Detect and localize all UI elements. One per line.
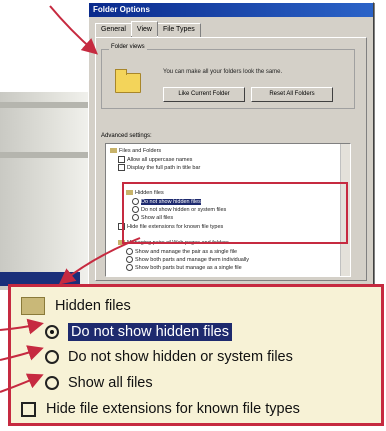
option-allow-uppercase[interactable]: Allow all uppercase names xyxy=(118,156,192,163)
tree-item-files-and-folders: Files and Folders xyxy=(110,148,161,154)
zoomed-callout: Hidden files Do not show hidden files Do… xyxy=(8,284,384,426)
background-window xyxy=(0,92,92,290)
option-full-path[interactable]: Display the full path in title bar xyxy=(118,164,200,171)
checkbox[interactable] xyxy=(118,164,125,171)
checkbox[interactable] xyxy=(118,156,125,163)
radio[interactable] xyxy=(126,256,133,263)
tab-strip: General View File Types xyxy=(95,21,201,37)
tab-file-types[interactable]: File Types xyxy=(156,23,201,37)
folder-options-dialog: Folder Options General View File Types F… xyxy=(88,2,374,290)
radio-icon[interactable] xyxy=(45,350,59,364)
zoom-option-do-not-show-hidden[interactable]: Do not show hidden files xyxy=(45,323,232,341)
like-current-folder-button[interactable]: Like Current Folder xyxy=(163,87,245,102)
zoom-hidden-files-header: Hidden files xyxy=(21,297,131,315)
folder-views-title: Folder views xyxy=(109,44,147,50)
option-manage-as-single[interactable]: Show both parts but manage as a single f… xyxy=(126,264,242,271)
tab-general[interactable]: General xyxy=(95,23,132,37)
highlight-box xyxy=(122,182,348,244)
radio-icon[interactable] xyxy=(45,376,59,390)
radio[interactable] xyxy=(126,264,133,271)
radio-selected-icon[interactable] xyxy=(45,325,59,339)
zoom-option-show-all-files[interactable]: Show all files xyxy=(45,375,153,391)
background-divider xyxy=(0,102,92,108)
zoom-option-do-not-show-hidden-system[interactable]: Do not show hidden or system files xyxy=(45,349,293,365)
folder-icon xyxy=(21,297,45,315)
folder-icon xyxy=(110,148,117,154)
folder-icon xyxy=(115,69,141,93)
background-divider xyxy=(0,152,92,158)
option-manage-individually[interactable]: Show both parts and manage them individu… xyxy=(126,256,249,263)
tab-view[interactable]: View xyxy=(130,21,158,36)
zoom-checkbox-hide-extensions[interactable]: Hide file extensions for known file type… xyxy=(21,401,300,417)
option-manage-pair-single[interactable]: Show and manage the pair as a single fil… xyxy=(126,248,237,255)
checkbox-icon[interactable] xyxy=(21,401,36,417)
radio[interactable] xyxy=(126,248,133,255)
dialog-title: Folder Options xyxy=(89,3,373,17)
reset-all-folders-button[interactable]: Reset All Folders xyxy=(251,87,333,102)
advanced-settings-label: Advanced settings: xyxy=(101,133,152,139)
folder-views-description: You can make all your folders look the s… xyxy=(163,69,283,75)
